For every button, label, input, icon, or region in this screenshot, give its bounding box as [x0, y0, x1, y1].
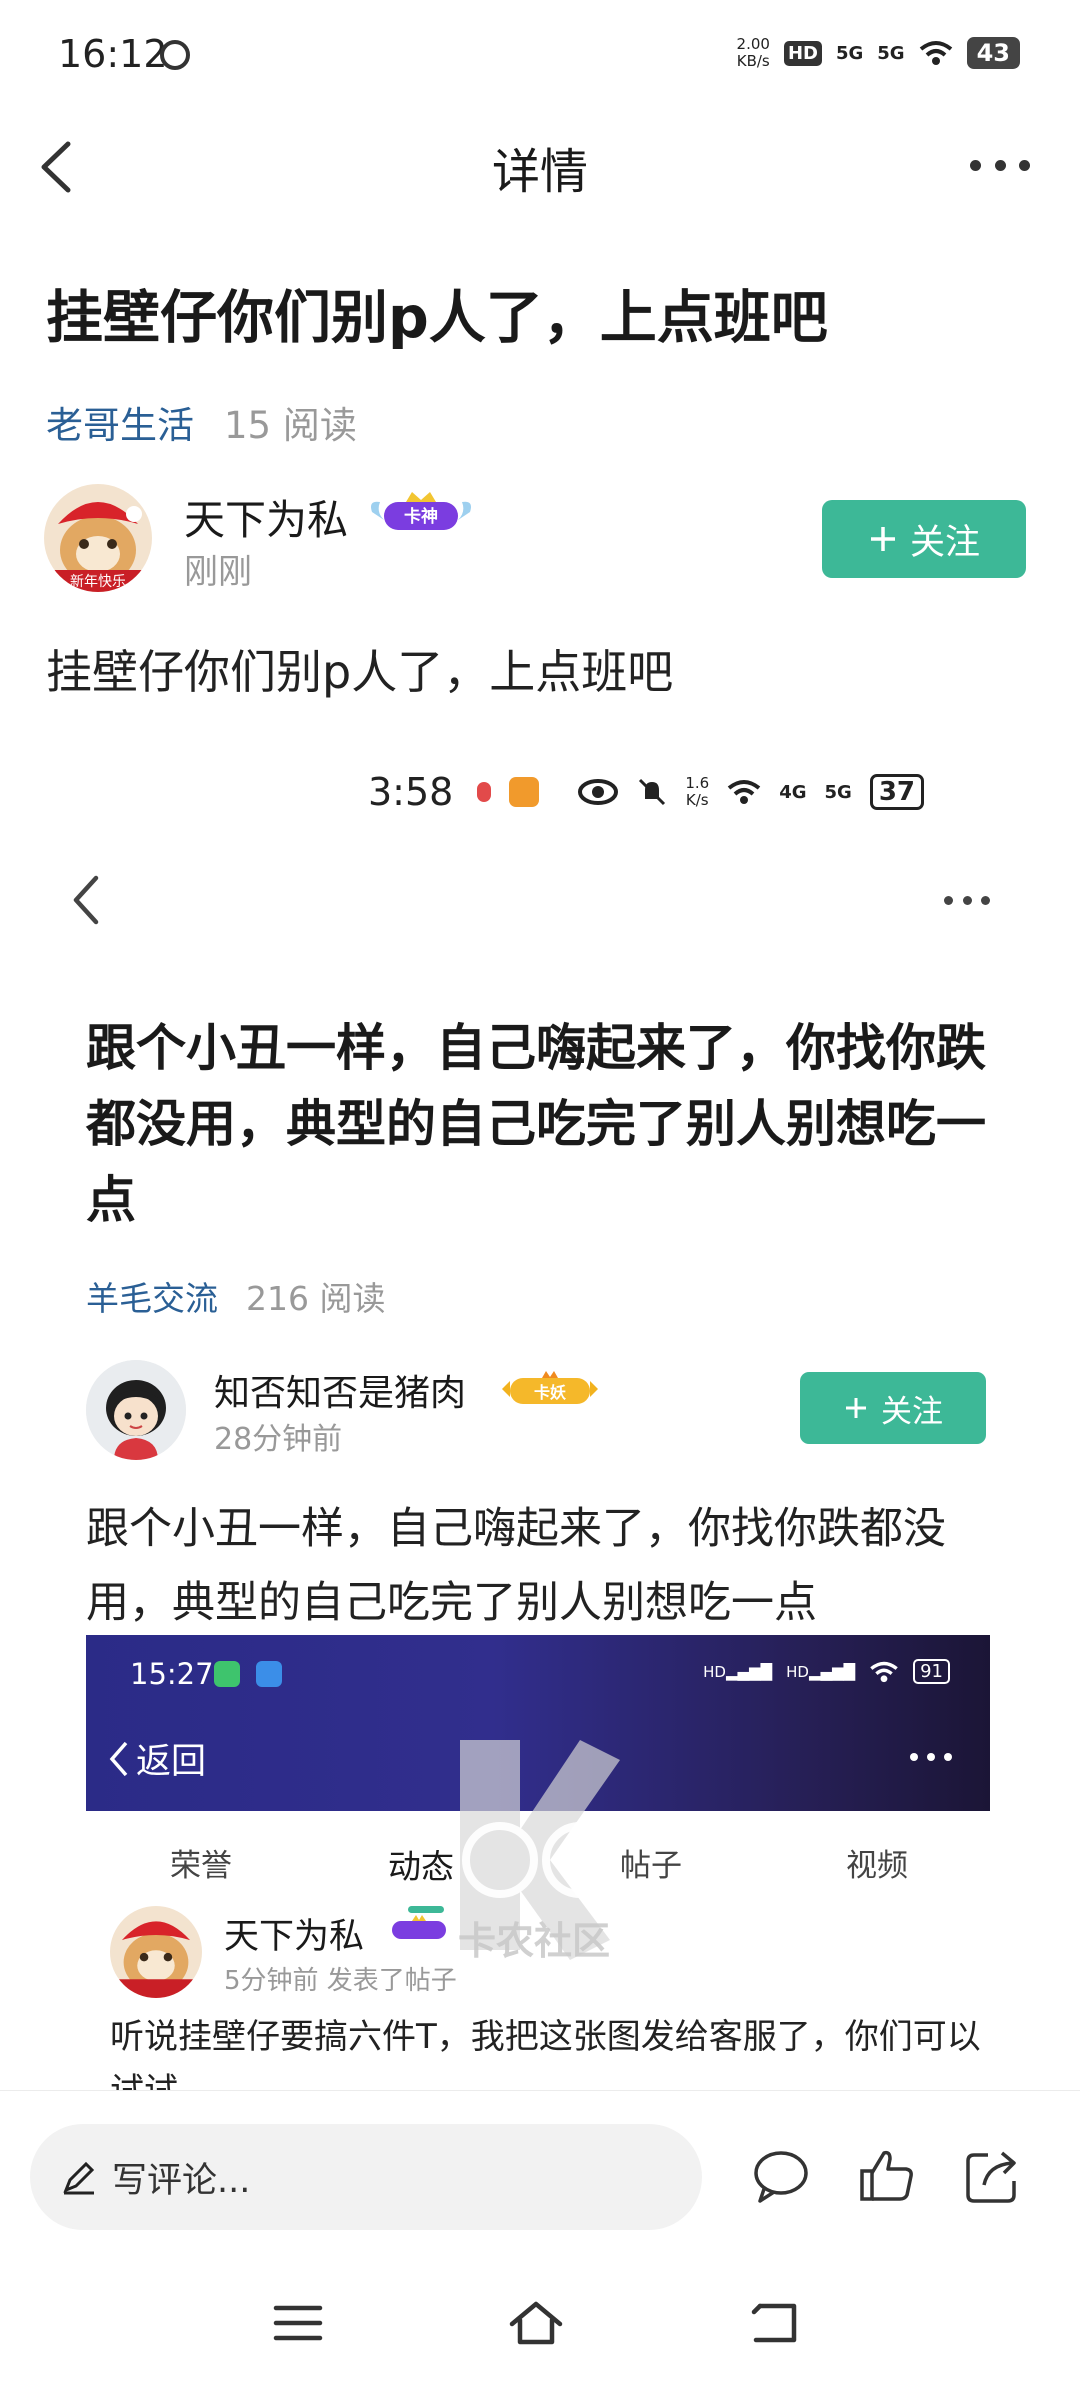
post-meta: 老哥生活 15 阅读: [46, 395, 357, 449]
author-avatar[interactable]: 新年快乐: [44, 484, 152, 592]
battery-icon: 37: [869, 774, 925, 810]
author-row: 新年快乐 天下为私 卡神 刚刚 关注: [44, 484, 1044, 604]
menu-icon[interactable]: [270, 2298, 326, 2348]
embedded-post-time: 28分钟前: [214, 1422, 343, 1457]
signal-5g-icon: 5G: [824, 781, 852, 803]
battery-icon: 43: [966, 37, 1020, 69]
page-title: 详情: [491, 144, 588, 200]
red-dot-icon: [477, 782, 492, 802]
status-time: 16:12: [58, 32, 168, 76]
embedded-category: 羊毛交流: [86, 1279, 218, 1318]
embedded-status-bar: 3:58 1.6 K/s 4G 5G 37: [368, 762, 988, 822]
wifi-icon: [870, 1661, 898, 1682]
tab-honor: 荣誉: [170, 1848, 232, 1884]
badge-icon: 卡神: [371, 492, 471, 530]
nested-post-body: 听说挂壁仔要搞六件T，我把这张图发给客服了，你们可以试试: [110, 2017, 981, 2090]
wechat-icon: [214, 1661, 240, 1687]
nested-author-name: 天下为私: [224, 1917, 365, 1957]
signal-5g-icon-2: 5G: [877, 42, 905, 64]
tab-videos: 视频: [846, 1848, 908, 1884]
status-bar: 16:12 2.00 KB/s HD 5G 5G 43: [0, 0, 1080, 110]
svg-text:卡神: 卡神: [404, 506, 438, 527]
embedded-back-arrow-icon: [73, 875, 99, 925]
follow-button[interactable]: 关注: [822, 500, 1026, 578]
back-icon[interactable]: [748, 2298, 804, 2348]
nested-author-avatar: [110, 1906, 202, 1998]
comment-input[interactable]: 写评论...: [30, 2124, 702, 2230]
svg-text:新年快乐: 新年快乐: [70, 574, 126, 590]
embedded-author-row: 知否知否是猪肉 卡妖 28分钟前 关注: [86, 1360, 986, 1470]
nested-post-time: 5分钟前 发表了帖子: [224, 1966, 457, 1996]
home-icon[interactable]: [508, 2298, 564, 2348]
network-speed: 2.00 KB/s: [736, 35, 770, 70]
bottom-action-bar: 写评论...: [0, 2090, 1080, 2260]
pencil-icon: [63, 2161, 95, 2195]
comment-icon[interactable]: [750, 2145, 812, 2207]
nested-back-button: 返回: [108, 1733, 206, 1784]
post-category[interactable]: 老哥生活: [46, 395, 194, 449]
status-icons: 2.00 KB/s HD 5G 5G 43: [737, 36, 1020, 70]
post-time: 刚刚: [184, 552, 252, 592]
embedded-author-name: 知否知否是猪肉: [214, 1373, 467, 1414]
author-name[interactable]: 天下为私: [184, 486, 348, 546]
more-options-icon[interactable]: [970, 150, 1030, 180]
embedded-read-count: 216 阅读: [246, 1279, 386, 1318]
plus-icon: [870, 527, 895, 551]
signal-4g-icon: 4G: [779, 781, 807, 803]
hd-icon: HD: [783, 40, 822, 66]
post-title: 挂壁仔你们别p人了，上点班吧: [46, 285, 828, 351]
embedded-speed: 1.6 K/s: [685, 774, 710, 809]
post-body: 挂壁仔你们别p人了，上点班吧: [46, 645, 674, 699]
chevron-left-icon: [109, 1741, 128, 1776]
embedded-badge-icon: 卡妖: [502, 1371, 598, 1404]
mute-icon: [639, 778, 666, 806]
embedded-post-title: 跟个小丑一样，自己嗨起来了，你找你跌都没用，典型的自己吃完了别人别想吃一点: [86, 1019, 986, 1229]
battery-icon: 91: [913, 1659, 950, 1684]
nested-status-icons: HD▂▄▆█ HD▂▄▆█ 91: [703, 1659, 950, 1684]
like-icon[interactable]: [856, 2145, 918, 2207]
watermark-text: 卡农社区: [458, 1919, 611, 1963]
embedded-author-avatar: [86, 1360, 186, 1460]
embedded-more-icon: [944, 896, 990, 908]
signal-5g-icon: 5G: [835, 42, 864, 64]
app-notification-icon: [256, 1661, 282, 1687]
svg-text:卡妖: 卡妖: [534, 1383, 566, 1402]
embedded-meta: 羊毛交流 216 阅读: [86, 1272, 385, 1320]
share-icon[interactable]: [962, 2145, 1024, 2207]
wifi-icon: [919, 41, 952, 65]
system-nav-bar: [0, 2260, 1080, 2388]
post-image[interactable]: 3:58 1.6 K/s 4G 5G 37 跟个小丑一样，自己嗨起来了，你找你跌…: [0, 720, 1080, 2090]
nested-more-icon: [910, 1753, 952, 1763]
nested-status-time: 15:27: [130, 1657, 214, 1691]
eye-icon: [578, 779, 619, 805]
plus-icon: [846, 1398, 866, 1418]
embedded-post-body: 跟个小丑一样，自己嗨起来了，你找你跌都没用，典型的自己吃完了别人别想吃一点: [86, 1504, 946, 1628]
signal-icon: HD▂▄▆█: [703, 1662, 773, 1681]
notification-icon: [160, 40, 190, 70]
embedded-follow-button: 关注: [800, 1372, 986, 1444]
app-icon: [509, 777, 540, 807]
wifi-icon: [727, 780, 761, 804]
top-nav: 详情: [0, 110, 1080, 230]
signal-icon-2: HD▂▄▆█: [786, 1662, 856, 1681]
read-count: 15 阅读: [224, 404, 357, 447]
